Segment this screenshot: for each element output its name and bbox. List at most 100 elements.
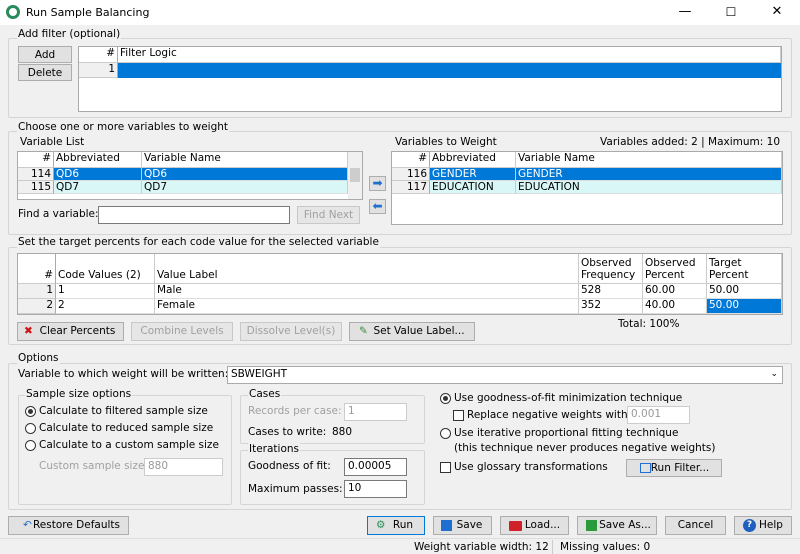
folder-icon (509, 521, 522, 531)
floppy-green-icon (586, 520, 597, 531)
close-button[interactable]: ✕ (754, 0, 800, 25)
list-item[interactable]: EDUCATION (430, 181, 516, 194)
help-label: Help (759, 519, 783, 531)
weight-variables-grid[interactable]: # Abbreviated Variable Name 116 GENDER G… (391, 151, 783, 225)
scrollbar-thumb[interactable] (350, 168, 360, 182)
replace-negative-input[interactable]: 0.001 (627, 406, 690, 424)
cases-to-write-value: 880 (332, 426, 353, 438)
scrollbar[interactable] (348, 152, 362, 199)
radio-custom-sample[interactable] (25, 440, 36, 451)
remove-variable-arrow-icon[interactable]: ⬅ (369, 199, 386, 214)
targets-section-label: Set the target percents for each code va… (17, 236, 380, 248)
records-per-case-label: Records per case: (248, 405, 342, 417)
sample-size-label: Sample size options (25, 388, 133, 400)
set-value-label-button[interactable]: ✎ Set Value Label... (349, 322, 475, 341)
app-gear-icon (6, 5, 20, 19)
goodness-of-fit-input[interactable]: 0.00005 (344, 458, 407, 476)
custom-sample-input[interactable]: 880 (144, 458, 223, 476)
dissolve-levels-button[interactable]: Dissolve Level(s) (240, 322, 342, 341)
clear-percents-button[interactable]: ✖ Clear Percents (17, 322, 124, 341)
list-item[interactable]: GENDER (430, 168, 516, 181)
status-divider (552, 540, 553, 554)
variables-section-label: Choose one or more variables to weight (17, 121, 230, 133)
observed-frequency-cell: 352 (579, 299, 643, 314)
target-percents-grid[interactable]: # Code Values (2) Value Label Observed F… (17, 253, 783, 315)
load-label: Load... (524, 519, 561, 531)
iterations-label: Iterations (248, 443, 301, 455)
goodness-of-fit-technique-label: Use goodness-of-fit minimization techniq… (454, 392, 683, 404)
combine-levels-button[interactable]: Combine Levels (131, 322, 233, 341)
variable-list-grid[interactable]: # Abbreviated Variable Name 114 QD6 QD6 … (17, 151, 363, 200)
value-label-cell: Female (155, 299, 579, 314)
code-value-cell: 2 (56, 299, 155, 314)
target-percent-cell[interactable]: 50.00 (707, 284, 782, 299)
cases-to-write-label: Cases to write: (248, 426, 327, 438)
save-label: Save (456, 519, 483, 531)
row-num: 116 (392, 168, 430, 181)
status-bar: Weight variable width: 12 Missing values… (0, 538, 800, 554)
save-button[interactable]: Save (433, 516, 492, 535)
maximize-button[interactable]: ☐ (708, 0, 754, 25)
row-num: 2 (18, 299, 56, 314)
run-button[interactable]: ⚙ Run (367, 516, 425, 535)
row-num: 117 (392, 181, 430, 194)
col-value-label: Value Label (155, 254, 579, 284)
radio-goodness-of-fit[interactable] (440, 393, 451, 404)
records-per-case-input[interactable]: 1 (344, 403, 407, 421)
list-item[interactable]: QD7 (142, 181, 348, 194)
find-variable-input[interactable] (98, 206, 290, 224)
col-code-values: Code Values (2) (56, 254, 155, 284)
run-label: Run (392, 519, 414, 531)
list-item[interactable]: QD7 (54, 181, 142, 194)
target-percent-cell[interactable]: 50.00 (707, 299, 782, 314)
save-as-label: Save As... (599, 519, 651, 531)
load-button[interactable]: Load... (500, 516, 569, 535)
col-num: # (392, 152, 430, 168)
cases-label: Cases (248, 388, 282, 400)
list-item[interactable]: GENDER (516, 168, 782, 181)
replace-negative-checkbox[interactable] (453, 410, 464, 421)
run-filter-label: Run Filter... (650, 462, 710, 474)
pencil-icon: ✎ (359, 325, 368, 337)
col-abbreviated: Abbreviated (54, 152, 142, 168)
red-x-icon: ✖ (24, 325, 33, 337)
radio-filtered-sample[interactable] (25, 406, 36, 417)
weight-variable-label: Variable to which weight will be written… (18, 368, 229, 380)
list-item[interactable]: QD6 (142, 168, 348, 181)
radio-filtered-label: Calculate to filtered sample size (39, 405, 208, 417)
add-variable-arrow-icon[interactable]: ➡ (369, 176, 386, 191)
title-bar: Run Sample Balancing — ☐ ✕ (0, 0, 800, 25)
run-filter-button[interactable]: Run Filter... (626, 459, 722, 477)
radio-iterative-proportional[interactable] (440, 428, 451, 439)
maximum-passes-label: Maximum passes: (248, 483, 343, 495)
save-as-button[interactable]: Save As... (577, 516, 657, 535)
restore-defaults-button[interactable]: ↶ Restore Defaults (8, 516, 129, 535)
observed-frequency-cell: 528 (579, 284, 643, 299)
maximum-passes-input[interactable]: 10 (344, 480, 407, 498)
cancel-button[interactable]: Cancel (665, 516, 726, 535)
radio-reduced-sample[interactable] (25, 423, 36, 434)
row-num: 114 (18, 168, 54, 181)
value-label-cell: Male (155, 284, 579, 299)
find-next-button[interactable]: Find Next (297, 206, 360, 224)
floppy-icon (441, 520, 452, 531)
add-filter-button[interactable]: Add (18, 46, 72, 63)
minimize-button[interactable]: — (662, 0, 708, 25)
help-button[interactable]: ? Help (734, 516, 792, 535)
list-item[interactable]: EDUCATION (516, 181, 782, 194)
filter-logic-cell[interactable] (118, 63, 781, 78)
ipf-technique-label: Use iterative proportional fitting techn… (454, 427, 679, 439)
glossary-checkbox[interactable] (440, 462, 451, 473)
delete-filter-button[interactable]: Delete (18, 64, 72, 81)
filter-grid[interactable]: # Filter Logic 1 (78, 46, 782, 112)
col-observed-percent: Observed Percent (643, 254, 707, 284)
glossary-label: Use glossary transformations (454, 461, 608, 473)
weight-variable-select[interactable]: SBWEIGHT ⌄ (227, 366, 783, 384)
total-percent: Total: 100% (618, 318, 680, 330)
undo-icon: ↶ (23, 519, 32, 531)
list-item[interactable]: QD6 (54, 168, 142, 181)
observed-percent-cell: 40.00 (643, 299, 707, 314)
restore-defaults-label: Restore Defaults (32, 519, 120, 531)
window-title: Run Sample Balancing (26, 6, 150, 19)
row-num: 115 (18, 181, 54, 194)
